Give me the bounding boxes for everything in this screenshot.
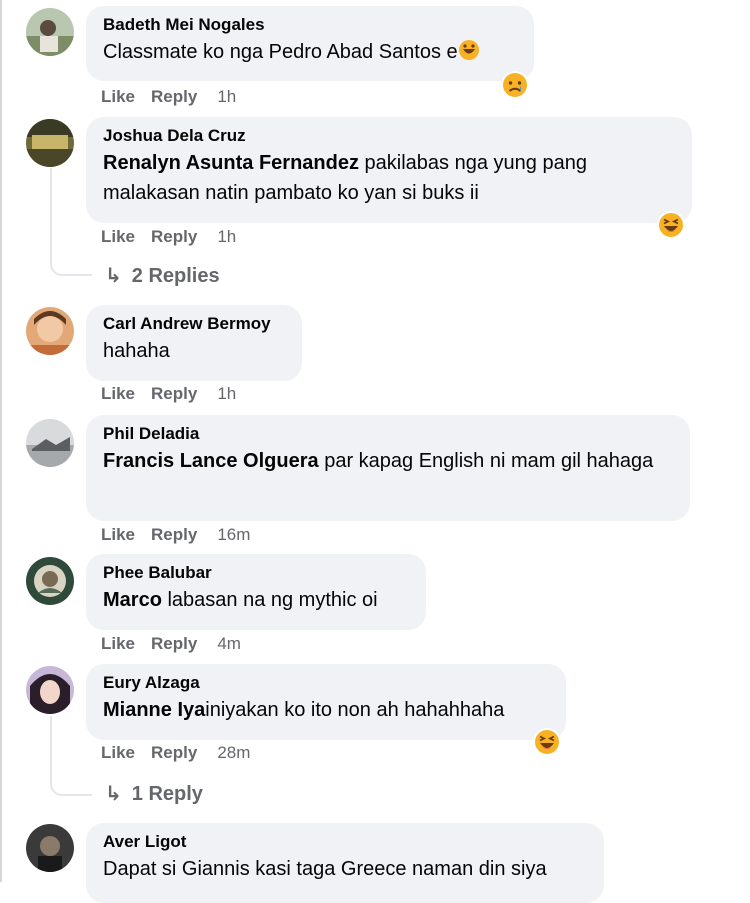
- comment-author[interactable]: Joshua Dela Cruz: [103, 125, 678, 146]
- comment-author[interactable]: Phil Deladia: [103, 423, 676, 444]
- laugh-reaction-icon[interactable]: [532, 727, 562, 757]
- comment-bubble: Eury Alzaga Mianne Iyainiyakan ko ito no…: [86, 664, 566, 740]
- comment-text: Mianne Iyainiyakan ko ito non ah hahahha…: [103, 699, 505, 721]
- view-replies-link[interactable]: ↳ 2 Replies: [105, 263, 220, 289]
- comment-actions: Like Reply 1h: [101, 383, 236, 405]
- reply-button[interactable]: Reply: [151, 742, 197, 764]
- reply-button[interactable]: Reply: [151, 86, 197, 108]
- comment-text: hahaha: [103, 340, 170, 362]
- comment-time[interactable]: 1h: [217, 86, 236, 108]
- left-border: [0, 0, 2, 882]
- comment-text: Francis Lance Olguera par kapag English …: [103, 450, 654, 472]
- reply-arrow-icon: ↳: [105, 783, 122, 805]
- mention-link[interactable]: Marco: [103, 589, 162, 611]
- comment-bubble: Aver Ligot Dapat si Giannis kasi taga Gr…: [86, 823, 604, 903]
- avatar[interactable]: [26, 824, 74, 872]
- comment-text: Renalyn Asunta Fernandez pakilabas nga y…: [103, 152, 587, 204]
- mention-link[interactable]: Francis Lance Olguera: [103, 450, 319, 472]
- comment-author[interactable]: Badeth Mei Nogales: [103, 14, 520, 35]
- comment-text: Marco labasan na ng mythic oi: [103, 589, 378, 611]
- reply-button[interactable]: Reply: [151, 226, 197, 248]
- reply-button[interactable]: Reply: [151, 633, 197, 655]
- thread-line: [50, 716, 92, 796]
- comment-bubble: Badeth Mei Nogales Classmate ko nga Pedr…: [86, 6, 534, 81]
- comment-actions: Like Reply 1h: [101, 226, 236, 248]
- comment-time[interactable]: 28m: [217, 742, 250, 764]
- avatar[interactable]: [26, 419, 74, 467]
- comment-bubble: Phee Balubar Marco labasan na ng mythic …: [86, 554, 426, 630]
- laugh-emoji-icon: [458, 40, 479, 60]
- comment-bubble: Phil Deladia Francis Lance Olguera par k…: [86, 415, 690, 521]
- reply-arrow-icon: ↳: [105, 265, 122, 287]
- reply-button[interactable]: Reply: [151, 383, 197, 405]
- comment-time[interactable]: 1h: [217, 226, 236, 248]
- like-button[interactable]: Like: [101, 633, 135, 655]
- comment-author[interactable]: Aver Ligot: [103, 831, 590, 852]
- comment-text: Dapat si Giannis kasi taga Greece naman …: [103, 858, 547, 880]
- avatar[interactable]: [26, 307, 74, 355]
- comment-actions: Like Reply 16m: [101, 524, 250, 546]
- mention-link[interactable]: Mianne Iya: [103, 699, 205, 721]
- replies-count: 2 Replies: [131, 265, 220, 287]
- comment-bubble: Joshua Dela Cruz Renalyn Asunta Fernande…: [86, 117, 692, 223]
- comment-actions: Like Reply 4m: [101, 633, 241, 655]
- mention-link[interactable]: Renalyn Asunta Fernandez: [103, 152, 359, 174]
- avatar[interactable]: [26, 119, 74, 167]
- comment-author[interactable]: Carl Andrew Bermoy: [103, 313, 288, 334]
- like-button[interactable]: Like: [101, 383, 135, 405]
- avatar[interactable]: [26, 666, 74, 714]
- comment-bubble: Carl Andrew Bermoy hahaha: [86, 305, 302, 381]
- avatar[interactable]: [26, 557, 74, 605]
- view-replies-link[interactable]: ↳ 1 Reply: [105, 781, 203, 807]
- replies-count: 1 Reply: [131, 783, 203, 805]
- like-button[interactable]: Like: [101, 226, 135, 248]
- avatar[interactable]: [26, 8, 74, 56]
- comment-time[interactable]: 16m: [217, 524, 250, 546]
- comment-time[interactable]: 1h: [217, 383, 236, 405]
- comment-author[interactable]: Phee Balubar: [103, 562, 412, 583]
- comment-actions: Like Reply 28m: [101, 742, 250, 764]
- sad-reaction-icon[interactable]: [500, 70, 530, 100]
- laugh-reaction-icon[interactable]: [656, 210, 686, 240]
- like-button[interactable]: Like: [101, 524, 135, 546]
- comment-time[interactable]: 4m: [217, 633, 241, 655]
- comment-text: Classmate ko nga Pedro Abad Santos e: [103, 37, 520, 67]
- comment-actions: Like Reply 1h: [101, 86, 236, 108]
- like-button[interactable]: Like: [101, 86, 135, 108]
- like-button[interactable]: Like: [101, 742, 135, 764]
- comment-author[interactable]: Eury Alzaga: [103, 672, 552, 693]
- reply-button[interactable]: Reply: [151, 524, 197, 546]
